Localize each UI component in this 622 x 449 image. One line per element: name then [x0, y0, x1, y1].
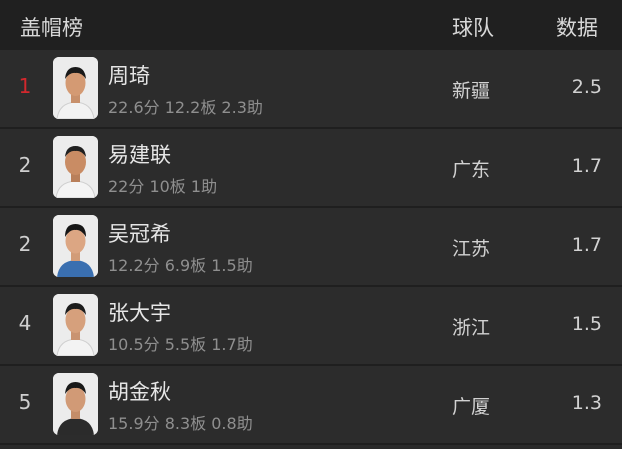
rank-number: 2 — [18, 232, 32, 256]
player-team: 广东 — [452, 159, 491, 181]
leaderboard: 盖帽榜 球队 数据 1 周琦 22.6分 12.2板 2.3助 新疆 2.5 2 — [0, 0, 622, 449]
data-column-header[interactable]: 数据 — [556, 12, 598, 42]
player-stats: 22.6分 12.2板 2.3助 — [108, 98, 263, 117]
rank-number: 4 — [18, 311, 32, 335]
block-value: 1.3 — [571, 392, 602, 414]
player-name[interactable]: 吴冠希 — [108, 218, 171, 248]
rank-number: 2 — [18, 153, 32, 177]
player-name[interactable]: 胡金秋 — [108, 376, 171, 406]
block-value: 1.7 — [571, 234, 602, 256]
block-value: 2.5 — [571, 76, 602, 98]
player-row[interactable]: 2 吴冠希 12.2分 6.9板 1.5助 江苏 1.7 — [0, 208, 622, 287]
player-avatar-icon[interactable] — [53, 373, 98, 435]
leaderboard-header: 盖帽榜 球队 数据 — [0, 0, 622, 50]
player-name[interactable]: 张大宇 — [108, 297, 171, 327]
player-stats: 12.2分 6.9板 1.5助 — [108, 256, 253, 275]
player-row[interactable]: 4 张大宇 10.5分 5.5板 1.7助 浙江 1.5 — [0, 287, 622, 366]
player-team: 浙江 — [452, 317, 491, 339]
block-value: 1.5 — [571, 313, 602, 335]
player-stats: 10.5分 5.5板 1.7助 — [108, 335, 253, 354]
rank-number: 1 — [18, 74, 32, 98]
player-stats: 22分 10板 1助 — [108, 177, 218, 196]
player-team: 江苏 — [452, 238, 491, 260]
player-team: 广厦 — [452, 396, 491, 418]
player-avatar-icon[interactable] — [53, 294, 98, 356]
player-stats: 15.9分 8.3板 0.8助 — [108, 414, 253, 433]
player-row[interactable]: 1 周琦 22.6分 12.2板 2.3助 新疆 2.5 — [0, 50, 622, 129]
leaderboard-title: 盖帽榜 — [20, 16, 83, 40]
player-row[interactable]: 5 胡金秋 15.9分 8.3板 0.8助 广厦 1.3 — [0, 366, 622, 445]
player-avatar-icon[interactable] — [53, 136, 98, 198]
player-name[interactable]: 周琦 — [108, 60, 150, 90]
block-value: 1.7 — [571, 155, 602, 177]
rank-number: 5 — [18, 390, 32, 414]
player-avatar-icon[interactable] — [53, 215, 98, 277]
player-avatar-icon[interactable] — [53, 57, 98, 119]
player-name[interactable]: 易建联 — [108, 139, 171, 169]
player-row[interactable]: 2 易建联 22分 10板 1助 广东 1.7 — [0, 129, 622, 208]
player-team: 新疆 — [452, 80, 491, 102]
team-column-header[interactable]: 球队 — [452, 12, 512, 42]
